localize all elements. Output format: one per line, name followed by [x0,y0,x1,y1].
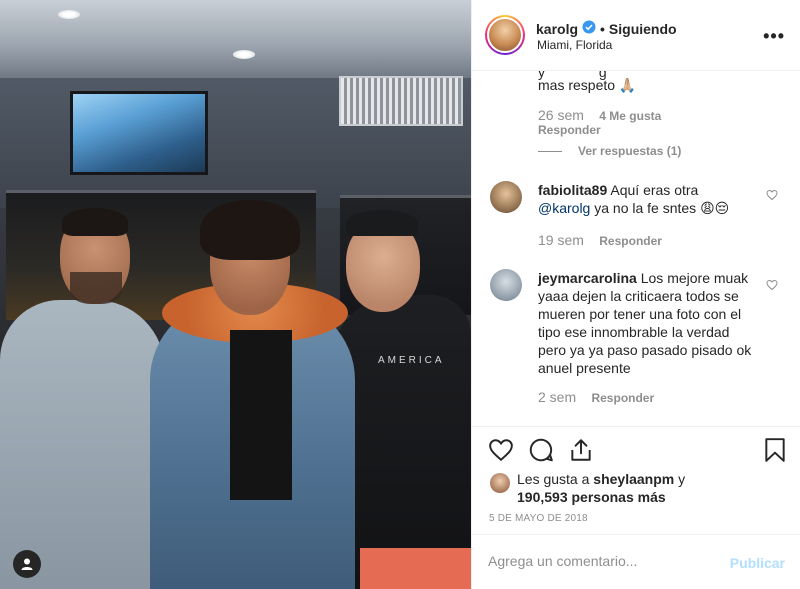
comment-time[interactable]: 2 sem [538,389,576,405]
comment-text: jeymarcarolina Los mejore muak yaaa deje… [538,270,752,376]
person-right-cap [346,210,418,236]
view-replies-button[interactable]: Ver respuestas (1) [538,144,681,158]
ceiling-light [233,50,255,59]
like-heart-icon[interactable] [488,437,514,463]
person-left-hair [62,208,128,236]
tagged-users-button[interactable] [13,550,41,578]
wall-screen [70,91,208,175]
replies-divider [538,150,562,152]
separator-dot: • [600,20,605,37]
comment-bubble-icon[interactable] [528,437,554,463]
reply-button[interactable]: Responder [599,234,662,248]
comment-like-icon[interactable] [766,189,778,201]
ceiling-light [58,10,80,19]
user-icon [21,558,33,570]
post-location[interactable]: Miami, Florida [537,38,612,52]
post-header: karolg • Siguiendo Miami, Florida ••• [472,0,800,71]
share-upload-icon[interactable] [568,437,594,463]
comment-likes[interactable]: 4 Me gusta [599,109,661,123]
comment-meta: 19 sem Responder [538,232,662,248]
comment-time[interactable]: 26 sem [538,107,584,123]
following-button[interactable]: Siguiendo [609,21,677,37]
air-vent [339,76,463,126]
person-center-shirt [230,330,292,500]
add-comment-bar: Publicar [472,534,800,589]
post-date[interactable]: 5 DE MAYO DE 2018 [489,513,588,524]
comment-meta: 26 sem 4 Me gusta [538,107,661,123]
comment-time[interactable]: 19 sem [538,232,584,248]
likes-count[interactable]: 190,593 personas más [517,489,666,505]
comment-input[interactable] [488,553,718,569]
comments-list[interactable]: y g mas respeto 🙏🏼 26 sem 4 Me gusta Res… [472,71,800,426]
likes-summary: Les gusta a sheylaanpm y 190,593 persona… [517,471,686,505]
liker-avatar[interactable] [490,473,510,493]
shirt-print: AMERICA [378,355,445,366]
person-left-beard [70,272,122,304]
person-left-hoodie [0,300,165,589]
liker-username[interactable]: sheylaanpm [593,471,674,487]
post-photo[interactable]: AMERICA [0,0,471,589]
comment-meta: 2 sem Responder [538,389,654,405]
verified-badge-icon [582,20,596,37]
view-replies-label: Ver respuestas (1) [578,144,682,158]
publish-button[interactable]: Publicar [730,555,785,571]
comment-text: fabiolita89 Aquí eras otra @karolg ya no… [538,182,730,216]
comment-like-icon[interactable] [766,279,778,291]
person-right-shorts [360,548,471,589]
reply-button[interactable]: Responder [591,391,654,405]
person-center-hair [200,200,300,260]
bookmark-icon[interactable] [764,437,786,463]
more-options-icon[interactable]: ••• [763,26,785,47]
commenter-avatar[interactable] [490,181,522,213]
commenter-avatar[interactable] [490,269,522,301]
author-avatar[interactable] [485,15,525,55]
commenter-username[interactable]: fabiolita89 [538,182,607,198]
author-username[interactable]: karolg [536,21,578,37]
reply-button[interactable]: Responder [538,123,601,137]
post-actions: Les gusta a sheylaanpm y 190,593 persona… [472,426,800,546]
post-side-panel: karolg • Siguiendo Miami, Florida ••• y … [471,0,800,589]
header-line: karolg • Siguiendo [536,20,677,37]
comment-text: mas respeto 🙏🏼 [538,77,637,93]
comment-mention[interactable]: @karolg [538,200,590,216]
commenter-username[interactable]: jeymarcarolina [538,270,637,286]
